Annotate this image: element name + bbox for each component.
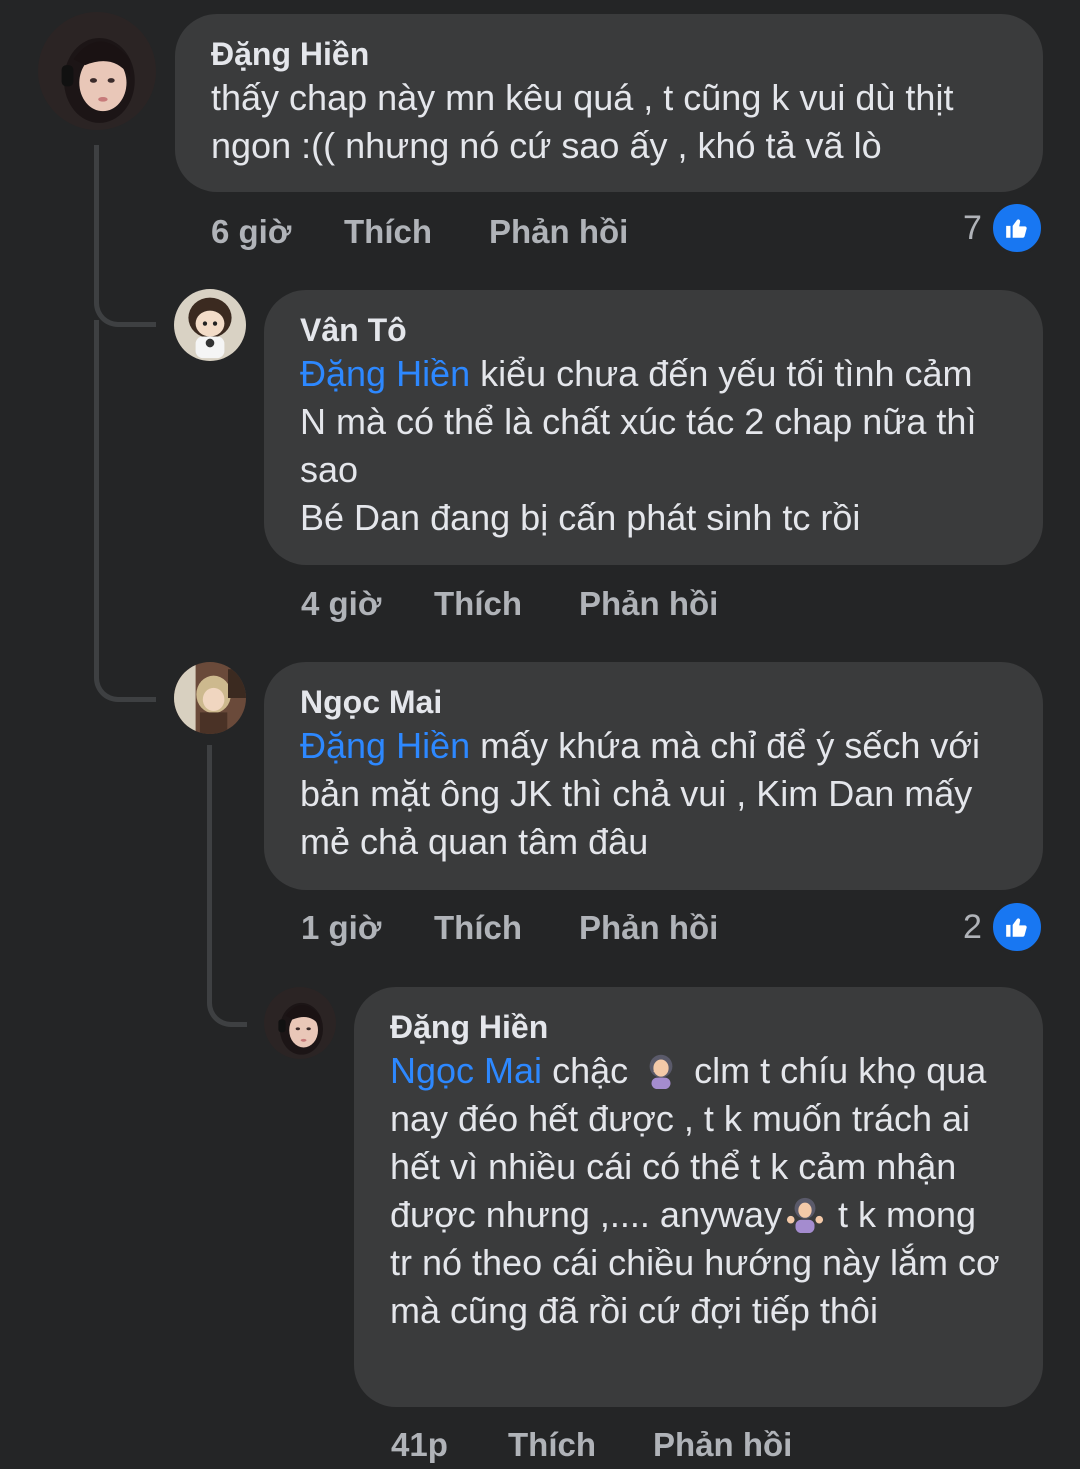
like-button[interactable]: Thích xyxy=(434,585,579,623)
comment-text-part: kiểu chưa đến yếu tối tình cảm xyxy=(470,353,973,394)
comment-time[interactable]: 4 giờ xyxy=(301,585,434,623)
woman-shrugging-emoji xyxy=(786,1195,824,1233)
comment-time[interactable]: 6 giờ xyxy=(211,213,344,251)
comment-text: Đặng Hiền mấy khứa mà chỉ để ý sếch với … xyxy=(300,722,1007,866)
comment-time[interactable]: 1 giờ xyxy=(301,909,434,947)
reaction-summary[interactable]: 7 xyxy=(963,201,1044,255)
thread-connector xyxy=(94,145,156,327)
reply-button[interactable]: Phản hồi xyxy=(653,1426,792,1464)
thumbs-up-icon xyxy=(989,900,1044,954)
avatar-girl-headphones-image xyxy=(38,12,156,130)
comment-actions: 1 giờ Thích Phản hồi xyxy=(301,904,718,952)
reaction-count: 7 xyxy=(963,208,982,247)
comment-text-part: chậc xyxy=(542,1050,639,1091)
thread-connector xyxy=(207,745,247,1027)
comment-time[interactable]: 41p xyxy=(391,1426,508,1464)
reply-button[interactable]: Phản hồi xyxy=(579,585,718,623)
avatar-character-image xyxy=(174,662,246,734)
comment-actions: 4 giờ Thích Phản hồi xyxy=(301,580,718,628)
mention-link[interactable]: Ngọc Mai xyxy=(390,1050,542,1091)
avatar[interactable] xyxy=(38,12,156,130)
comment-author[interactable]: Đặng Hiền xyxy=(211,34,1007,74)
comment-author[interactable]: Vân Tô xyxy=(300,310,1007,350)
mention-link[interactable]: Đặng Hiền xyxy=(300,725,470,766)
comment-text: Đặng Hiền kiểu chưa đến yếu tối tình cảm… xyxy=(300,350,1007,542)
comment-author[interactable]: Ngọc Mai xyxy=(300,682,1007,722)
avatar-girl-headphones-image xyxy=(264,987,336,1059)
like-button[interactable]: Thích xyxy=(434,909,579,947)
avatar[interactable] xyxy=(174,289,246,361)
comment-actions: 6 giờ Thích Phản hồi xyxy=(211,208,628,256)
avatar[interactable] xyxy=(264,987,336,1059)
woman-facepalming-emoji xyxy=(642,1051,680,1089)
comment-thread: Đặng Hiền thấy chap này mn kêu quá , t c… xyxy=(0,0,1080,1469)
thumbs-up-icon xyxy=(989,201,1044,255)
comment-actions: 41p Thích Phản hồi xyxy=(391,1421,792,1469)
comment-author[interactable]: Đặng Hiền xyxy=(390,1007,1007,1047)
comment-bubble: Ngọc Mai Đặng Hiền mấy khứa mà chỉ để ý … xyxy=(264,662,1043,890)
like-button[interactable]: Thích xyxy=(344,213,489,251)
comment-text: Ngọc Mai chậc clm t chíu khọ qua nay đéo… xyxy=(390,1047,1007,1335)
reaction-count: 2 xyxy=(963,907,982,946)
comment-bubble: Vân Tô Đặng Hiền kiểu chưa đến yếu tối t… xyxy=(264,290,1043,565)
comment-bubble: Đặng Hiền Ngọc Mai chậc clm t chíu khọ q… xyxy=(354,987,1043,1407)
comment-bubble: Đặng Hiền thấy chap này mn kêu quá , t c… xyxy=(175,14,1043,192)
thread-connector xyxy=(94,320,156,702)
reply-button[interactable]: Phản hồi xyxy=(489,213,628,251)
comment-text: thấy chap này mn kêu quá , t cũng k vui … xyxy=(211,77,954,166)
avatar[interactable] xyxy=(174,662,246,734)
like-button[interactable]: Thích xyxy=(508,1426,653,1464)
reaction-summary[interactable]: 2 xyxy=(963,900,1044,954)
mention-link[interactable]: Đặng Hiền xyxy=(300,353,470,394)
avatar-doll-image xyxy=(174,289,246,361)
comment-text-part: N mà có thể là chất xúc tác 2 chap nữa t… xyxy=(300,401,977,538)
reply-button[interactable]: Phản hồi xyxy=(579,909,718,947)
